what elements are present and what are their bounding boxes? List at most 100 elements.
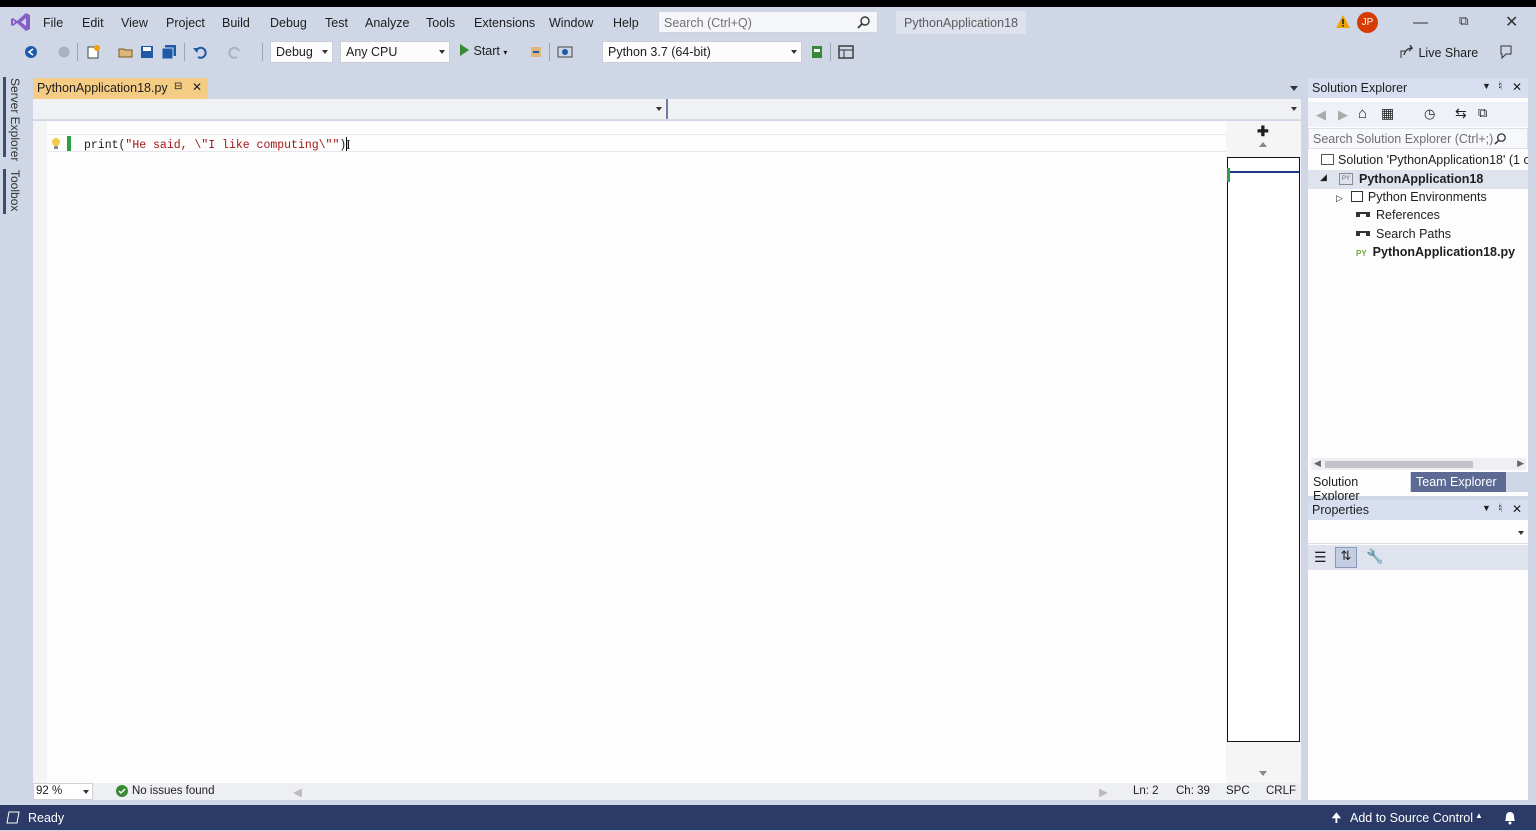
tab-overflow-icon[interactable] [1290,86,1298,91]
server-explorer-tab[interactable]: Server Explorer [8,78,22,161]
restore-button[interactable]: ⧉ [1459,13,1468,29]
menu-item-analyze[interactable]: Analyze [365,16,409,30]
tab-team-explorer[interactable]: Team Explorer [1411,472,1506,492]
menu-item-build[interactable]: Build [222,16,250,30]
menu-item-tools[interactable]: Tools [426,16,455,30]
toolbox-tab[interactable]: Toolbox [8,170,22,211]
member-dropdown[interactable] [669,99,1301,119]
scope-dropdown[interactable] [33,99,666,119]
pin-icon[interactable]: ♮ [1498,501,1502,515]
start-button[interactable]: Start ▾ [459,44,507,62]
switch-views-icon[interactable]: ▦ [1381,105,1394,122]
close-icon[interactable]: ✕ [1512,502,1522,516]
sync-icon[interactable]: ⇆ [1455,105,1467,122]
pin-icon[interactable]: ♮ [1498,79,1502,93]
menu-item-view[interactable]: View [121,16,148,30]
scroll-right-icon[interactable]: ▶ [1517,458,1524,469]
menu-item-window[interactable]: Window [549,16,593,30]
zoom-dropdown[interactable]: 92 % [33,783,93,800]
open-file-icon[interactable] [118,44,134,60]
history-icon[interactable]: ◷ [1424,106,1435,122]
save-icon[interactable] [139,44,155,60]
scroll-left-icon[interactable]: ◀ [1314,458,1321,469]
solution-explorer-search[interactable]: Search Solution Explorer (Ctrl+;) [1308,128,1528,149]
tree-item-python-file[interactable]: PY PythonApplication18.py [1356,245,1515,259]
split-editor-icon[interactable]: ✚ [1257,123,1269,140]
navigate-back-icon[interactable] [23,44,39,60]
code-editor[interactable] [33,121,1226,783]
ibeam-cursor-icon: I [346,138,351,153]
tab-solution-explorer[interactable]: Solution Explorer [1308,472,1410,503]
tree-item-references[interactable]: References [1356,208,1440,222]
tree-item-search-paths[interactable]: Search Paths [1356,227,1451,241]
spacing-mode[interactable]: SPC [1226,785,1250,797]
back-icon[interactable]: ◀ [1316,107,1326,123]
collapsed-triangle-icon[interactable]: ▷ [1336,193,1343,203]
layout-icon[interactable] [838,44,854,60]
add-to-source-control[interactable]: Add to Source Control [1350,811,1473,825]
properties-object-dropdown[interactable] [1308,522,1528,544]
platform-dropdown[interactable]: Any CPU [340,41,450,63]
close-tab-icon[interactable]: ✕ [192,80,202,94]
solution-horizontal-scrollbar[interactable]: ◀ ▶ [1311,458,1526,470]
navigate-forward-icon[interactable] [56,44,72,60]
attach-icon[interactable] [528,44,544,60]
collapse-all-icon[interactable]: ⧉ [1478,105,1487,121]
feedback-icon[interactable] [1498,44,1514,60]
warning-icon[interactable] [1336,15,1350,28]
menu-item-edit[interactable]: Edit [82,16,104,30]
scroll-right-icon[interactable]: ▶ [1099,785,1108,799]
scroll-thumb[interactable] [1325,461,1473,468]
chevron-down-icon[interactable]: ▼ [1482,503,1491,513]
configuration-dropdown[interactable]: Debug [270,41,333,63]
document-tab[interactable]: PythonApplication18.py ⊟ ✕ [33,78,208,99]
new-project-icon[interactable] [85,44,101,60]
lightbulb-icon[interactable] [51,137,61,150]
search-box[interactable]: Search (Ctrl+Q) [658,11,878,33]
chevron-down-icon[interactable]: ▼ [1482,81,1491,91]
tree-item-project[interactable]: ◢ PY PythonApplication18 [1308,170,1528,189]
change-margin-indicator [67,136,71,151]
issues-status[interactable]: No issues found [132,785,214,797]
solution-icon [1321,154,1334,165]
scroll-left-icon[interactable]: ◀ [293,785,302,799]
menu-item-project[interactable]: Project [166,16,205,30]
chevron-up-icon[interactable]: ▲ [1475,811,1483,820]
python-env-icon[interactable] [809,44,825,60]
menu-item-debug[interactable]: Debug [270,16,307,30]
notifications-bell-icon[interactable] [1503,810,1517,825]
menu-item-test[interactable]: Test [325,16,348,30]
minimize-button[interactable]: — [1413,14,1428,31]
menu-item-file[interactable]: File [43,16,63,30]
alphabetical-icon[interactable]: ⇅ [1335,547,1357,568]
map-viewport[interactable] [1227,157,1300,742]
redo-icon[interactable] [227,44,243,60]
property-pages-icon[interactable]: 🔧 [1366,548,1383,565]
line-number[interactable]: Ln: 2 [1133,785,1159,797]
line-ending[interactable]: CRLF [1266,785,1296,797]
live-share-button[interactable]: Live Share [1400,44,1478,60]
close-button[interactable]: ✕ [1505,12,1518,32]
python-environment-value: Python 3.7 (64-bit) [608,45,711,59]
python-environment-dropdown[interactable]: Python 3.7 (64-bit) [602,41,802,63]
nav-splitter[interactable] [666,99,668,119]
close-icon[interactable]: ✕ [1512,80,1522,94]
tree-item-python-environments[interactable]: ▷ Python Environments [1336,190,1487,204]
undo-icon[interactable] [192,44,208,60]
code-line[interactable]: print("He said, \"I like computing\"") [84,137,348,152]
play-icon [460,44,469,56]
forward-icon[interactable]: ▶ [1338,107,1348,123]
categorized-icon[interactable]: ☰ [1314,549,1327,566]
column-number[interactable]: Ch: 39 [1176,785,1210,797]
expanded-triangle-icon[interactable]: ◢ [1320,172,1327,183]
scroll-up-icon[interactable] [1259,142,1267,147]
save-all-icon[interactable] [161,44,177,60]
menu-item-help[interactable]: Help [613,16,639,30]
user-avatar[interactable]: JP [1357,12,1378,33]
tree-item-solution[interactable]: Solution 'PythonApplication18' (1 o [1321,153,1528,167]
pin-icon[interactable]: ⊟ [174,81,182,92]
home-icon[interactable]: ⌂ [1358,105,1367,122]
browser-link-icon[interactable] [557,44,573,60]
scroll-down-icon[interactable] [1259,771,1267,776]
menu-item-extensions[interactable]: Extensions [474,16,535,30]
